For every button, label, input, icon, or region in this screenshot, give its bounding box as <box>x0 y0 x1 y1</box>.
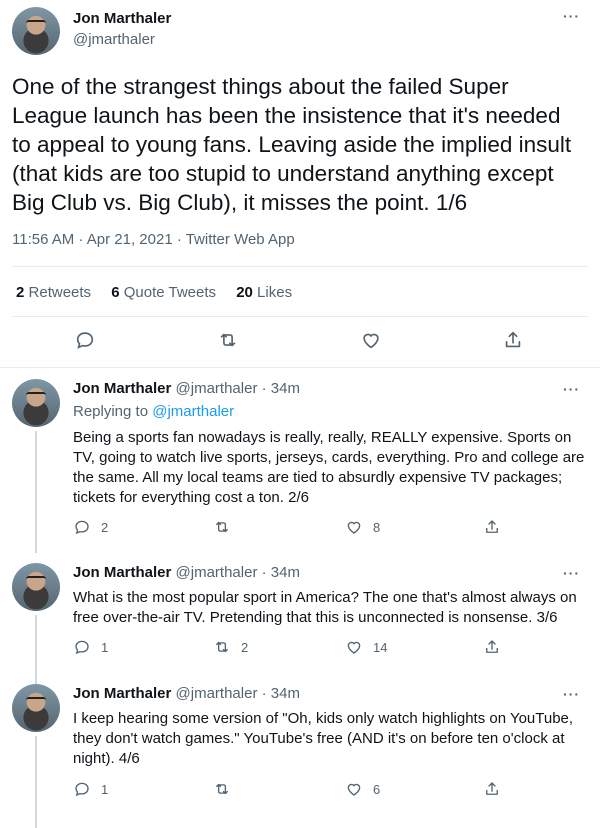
heart-icon <box>360 329 382 351</box>
reply-icon <box>73 518 91 536</box>
retweet-button[interactable] <box>217 329 239 351</box>
retweet-icon <box>213 780 231 798</box>
likes-label: Likes <box>257 284 293 301</box>
more-icon[interactable]: ··· <box>563 381 580 397</box>
likes-stat[interactable]: 20 Likes <box>236 284 292 301</box>
divider <box>12 266 588 267</box>
heart-icon <box>345 518 363 536</box>
more-icon[interactable]: ··· <box>563 565 580 581</box>
share-icon <box>483 638 501 656</box>
reply-icon <box>74 329 96 351</box>
heart-icon <box>345 638 363 656</box>
share-button[interactable] <box>502 329 524 351</box>
likes-count: 20 <box>236 284 253 301</box>
thread-line <box>35 615 37 685</box>
like-count: 14 <box>373 639 388 655</box>
avatar[interactable] <box>12 7 60 55</box>
more-icon[interactable]: ··· <box>563 8 580 24</box>
like-button[interactable]: 6 <box>345 780 380 798</box>
author-name[interactable]: Jon Marthaler <box>73 685 171 702</box>
share-button[interactable] <box>483 780 501 798</box>
like-count: 8 <box>373 519 381 535</box>
tweet-timestamp[interactable]: 11:56 AM · Apr 21, 2021 · Twitter Web Ap… <box>12 231 295 248</box>
author-handle[interactable]: @jmarthaler <box>73 31 155 48</box>
like-count: 6 <box>373 781 381 797</box>
author-name[interactable]: Jon Marthaler <box>73 380 171 397</box>
reply-tweet[interactable]: Jon Marthaler @jmarthaler · 34m ··· Repl… <box>0 379 600 553</box>
like-button[interactable]: 8 <box>345 518 380 536</box>
reply-header: Jon Marthaler @jmarthaler · 34m <box>73 685 300 702</box>
like-button[interactable] <box>360 329 382 351</box>
author-handle[interactable]: @jmarthaler · 34m <box>176 685 300 702</box>
replying-to: Replying to @jmarthaler <box>73 403 234 420</box>
reply-button[interactable]: 1 <box>73 780 108 798</box>
tweet-text: Being a sports fan nowadays is really, r… <box>73 429 585 506</box>
reply-tweet[interactable]: Jon Marthaler @jmarthaler · 34m ··· I ke… <box>0 684 600 828</box>
divider <box>0 367 600 368</box>
replying-prefix: Replying to <box>73 403 153 420</box>
divider <box>12 316 588 317</box>
retweets-label: Retweets <box>28 284 92 301</box>
retweet-icon <box>213 518 231 536</box>
tweet-actions: 1 2 14 <box>73 638 533 660</box>
author-name[interactable]: Jon Marthaler <box>73 10 171 27</box>
reply-header: Jon Marthaler @jmarthaler · 34m <box>73 380 300 397</box>
retweet-button[interactable] <box>213 518 241 536</box>
like-button[interactable]: 14 <box>345 638 387 656</box>
share-icon <box>502 329 524 351</box>
tweet-actions: 2 8 <box>73 518 533 540</box>
avatar[interactable] <box>12 563 60 611</box>
reply-button[interactable]: 2 <box>73 518 108 536</box>
tweet-text: I keep hearing some version of "Oh, kids… <box>73 710 574 767</box>
share-button[interactable] <box>483 638 501 656</box>
heart-icon <box>345 780 363 798</box>
retweet-count: 2 <box>241 639 249 655</box>
avatar[interactable] <box>12 379 60 427</box>
retweet-icon <box>213 638 231 656</box>
tweet-actions <box>0 329 600 359</box>
quote-label: Quote Tweets <box>123 284 217 301</box>
quote-count: 6 <box>111 284 120 301</box>
reply-count: 2 <box>101 519 109 535</box>
share-icon <box>483 780 501 798</box>
reply-count: 1 <box>101 639 109 655</box>
reply-tweet[interactable]: Jon Marthaler @jmarthaler · 34m ··· What… <box>0 563 600 685</box>
author-handle[interactable]: @jmarthaler · 34m <box>176 564 300 581</box>
reply-header: Jon Marthaler @jmarthaler · 34m <box>73 564 300 581</box>
replying-handle-link[interactable]: @jmarthaler <box>152 403 234 420</box>
more-icon[interactable]: ··· <box>563 686 580 702</box>
tweet-actions: 1 6 <box>73 780 533 802</box>
reply-icon <box>73 780 91 798</box>
quote-tweets-stat[interactable]: 6 Quote Tweets <box>111 284 216 301</box>
retweet-icon <box>217 329 239 351</box>
reply-icon <box>73 638 91 656</box>
tweet-text: One of the strangest things about the fa… <box>12 74 572 215</box>
reply-button[interactable]: 1 <box>73 638 108 656</box>
retweet-button[interactable] <box>213 780 241 798</box>
avatar[interactable] <box>12 684 60 732</box>
reply-count: 1 <box>101 781 109 797</box>
retweet-button[interactable]: 2 <box>213 638 248 656</box>
author-name[interactable]: Jon Marthaler <box>73 564 171 581</box>
retweets-count: 2 <box>16 284 25 301</box>
thread-line <box>35 736 37 828</box>
reply-button[interactable] <box>74 329 96 351</box>
retweets-stat[interactable]: 2 Retweets <box>16 284 91 301</box>
author-handle[interactable]: @jmarthaler · 34m <box>176 380 300 397</box>
tweet-stats: 2 Retweets 6 Quote Tweets 20 Likes <box>16 284 308 301</box>
share-button[interactable] <box>483 518 501 536</box>
share-icon <box>483 518 501 536</box>
thread-line <box>35 431 37 553</box>
tweet-text: What is the most popular sport in Americ… <box>73 589 577 626</box>
